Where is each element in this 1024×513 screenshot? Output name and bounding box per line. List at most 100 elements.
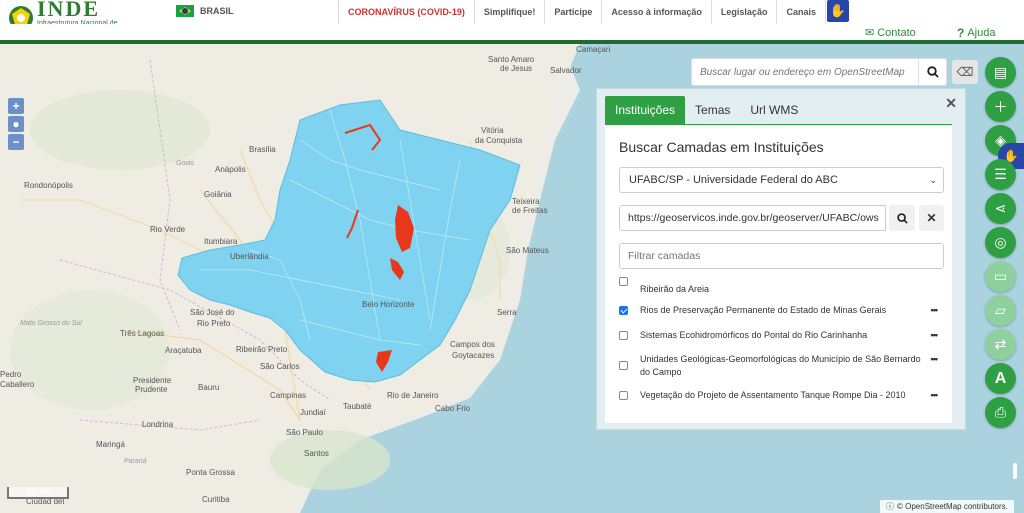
map-place-label: Belo Horizonte [362, 300, 415, 309]
map-place-label: Uberlândia [230, 252, 269, 261]
print-button[interactable]: ⎙ [985, 397, 1016, 428]
list-item[interactable]: Vegetação do Projeto de Assentamento Tan… [619, 389, 944, 402]
add-layer-button[interactable]: ＋ [985, 91, 1016, 122]
map-place-label: de Freitas [512, 206, 548, 215]
layer-name: Ribeirão da Areia [640, 284, 710, 294]
layer-list: Ribeirão da Areia Rios de Preservação Pe… [619, 275, 944, 417]
layer-checkbox[interactable] [619, 331, 628, 340]
list-item[interactable]: Ribeirão da Areia [619, 277, 944, 296]
map-place-label: Prudente [135, 385, 168, 394]
zoom-controls: + ● − [8, 98, 24, 150]
url-clear-button[interactable]: ✕ [919, 205, 944, 231]
text-size-button[interactable]: A [985, 363, 1016, 394]
more-options-icon[interactable]: ••• [925, 329, 938, 342]
panel-title: Buscar Camadas em Instituições [619, 139, 824, 155]
layer-checkbox-checked[interactable] [619, 306, 628, 315]
map-place-label: Araçatuba [165, 346, 202, 355]
list-icon: ☰ [994, 166, 1007, 182]
map-place-label: Rio Preto [197, 319, 231, 328]
globe-icon: ◎ [994, 234, 1007, 250]
map-place-label: Camaçari [576, 45, 611, 54]
nav-participe[interactable]: Participe [544, 0, 601, 24]
plus-icon: ＋ [993, 98, 1008, 115]
nav-legislacao[interactable]: Legislação [710, 0, 777, 24]
brazil-flag-icon [176, 5, 194, 17]
map-state-label: Mato Grosso do Sul [20, 320, 82, 327]
list-item[interactable]: Sistemas Ecohidromórficos do Pontal do R… [619, 329, 944, 342]
close-icon[interactable]: ✕ [945, 95, 957, 112]
nav-canais[interactable]: Canais [776, 0, 826, 24]
institution-selected: UFABC/SP - Universidade Federal do ABC [629, 174, 838, 186]
more-options-icon[interactable]: ••• [925, 304, 938, 317]
map-place-label: Goytacazes [452, 351, 495, 360]
catalog-panel: Instituições Temas Url WMS ✕ Buscar Cama… [596, 88, 966, 430]
attribution-text: © OpenStreetMap contributors. [897, 502, 1008, 511]
tab-temas[interactable]: Temas [685, 96, 740, 124]
nav-covid[interactable]: CORONAVÍRUS (COVID-19) [338, 0, 474, 24]
map-place-label: São Paulo [286, 428, 323, 437]
map-place-label: Rio Verde [150, 225, 186, 234]
country-link[interactable]: BRASIL [176, 5, 234, 17]
map-place-label: São José do [190, 308, 235, 317]
search-button[interactable] [918, 59, 946, 85]
wms-url-input[interactable] [619, 205, 886, 231]
filter-layers-input[interactable] [619, 243, 944, 269]
map-place-label: Pedro [0, 370, 22, 379]
map-place-label: Serra [497, 308, 517, 317]
basemap-button[interactable]: ▤ [985, 57, 1016, 88]
layer-name: Vegetação do Projeto de Assentamento Tan… [640, 390, 906, 400]
logo-title: INDE [37, 0, 101, 21]
print-icon: ⎙ [994, 404, 1007, 420]
zoom-reset-button[interactable]: ● [8, 116, 24, 132]
sign-language-icon[interactable]: ✋ [827, 0, 849, 22]
clear-search-button[interactable]: ⌫ [952, 60, 978, 84]
list-item[interactable]: Unidades Geológicas-Geomorfológicas do M… [619, 353, 944, 379]
osm-search-input[interactable] [692, 59, 920, 85]
map-place-label: da Conquista [475, 136, 523, 145]
more-options-icon[interactable]: ••• [925, 353, 938, 366]
map-place-label: Curitiba [202, 495, 230, 504]
more-options-icon[interactable]: ••• [925, 389, 938, 402]
search-icon [926, 66, 939, 78]
measure-distance-button[interactable]: ▭ [985, 261, 1016, 292]
institution-select[interactable]: UFABC/SP - Universidade Federal do ABC ⌄ [619, 167, 944, 193]
map-place-label: Campinas [270, 391, 307, 400]
close-icon: ✕ [926, 211, 937, 225]
url-search-button[interactable] [889, 205, 915, 231]
search-icon [896, 212, 908, 224]
swipe-button[interactable]: ⇄ [985, 329, 1016, 360]
measure-area-button[interactable]: ▱ [985, 295, 1016, 326]
tab-url-wms[interactable]: Url WMS [740, 96, 808, 124]
country-label: BRASIL [200, 6, 234, 16]
nav-simplifique[interactable]: Simplifique! [473, 0, 545, 24]
map-place-label: Santos [304, 449, 329, 458]
layer-name: Sistemas Ecohidromórficos do Pontal do R… [640, 330, 868, 340]
share-button[interactable]: ⋖ [985, 193, 1016, 224]
map-icon: ▤ [993, 64, 1008, 80]
legend-list-button[interactable]: ☰ [985, 159, 1016, 190]
tab-instituicoes[interactable]: Instituições [605, 96, 686, 124]
contato-label: Contato [877, 26, 916, 39]
map-place-label: Santo Amaro [488, 55, 535, 64]
layer-checkbox[interactable] [619, 361, 628, 370]
zoom-in-button[interactable]: + [8, 98, 24, 114]
nav-acesso-informacao[interactable]: Acesso à informação [601, 0, 711, 24]
envelope-icon: ✉ [865, 27, 875, 39]
map-place-label: Três Lagoas [120, 329, 165, 338]
map-place-label: Presidente [133, 376, 172, 385]
layer-name: Rios de Preservação Permanente do Estado… [640, 305, 887, 315]
zoom-out-button[interactable]: − [8, 134, 24, 150]
map-place-label: Taubaté [343, 402, 372, 411]
contato-link[interactable]: ✉ Contato [865, 26, 916, 40]
globe-button[interactable]: ◎ [985, 227, 1016, 258]
map-place-label: Brasília [249, 145, 276, 154]
osm-search-box [691, 58, 947, 86]
map-place-label: Ribeirão Preto [236, 345, 288, 354]
layer-checkbox[interactable] [619, 277, 628, 286]
list-item[interactable]: Rios de Preservação Permanente do Estado… [619, 304, 944, 317]
ajuda-link[interactable]: ? Ajuda [957, 26, 995, 40]
layer-checkbox[interactable] [619, 391, 628, 400]
page-scrollbar[interactable] [1013, 463, 1017, 479]
osm-attribution[interactable]: ⓘ © OpenStreetMap contributors. [880, 500, 1014, 513]
map-state-label: Goiás [176, 160, 195, 167]
